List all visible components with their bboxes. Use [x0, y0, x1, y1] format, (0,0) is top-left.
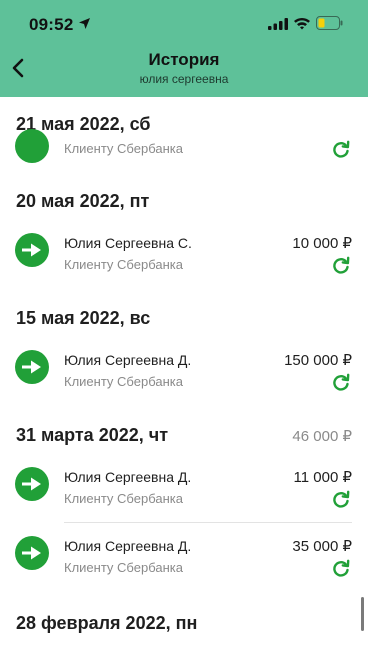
- section-date: 15 мая 2022, вс: [16, 308, 151, 328]
- wifi-icon: [294, 17, 310, 30]
- row-divider: [64, 522, 352, 523]
- row-subtitle: Клиенту Сбербанка: [64, 560, 183, 575]
- row-subtitle: Клиенту Сбербанка: [64, 374, 183, 389]
- repeat-icon[interactable]: [331, 490, 351, 510]
- page-title: История: [148, 50, 220, 69]
- battery-icon: [316, 16, 343, 30]
- header: 09:52 История юлия сергеевна: [0, 0, 368, 97]
- transfer-avatar: [15, 467, 49, 501]
- location-arrow-icon: [79, 18, 90, 29]
- arrow-right-icon: [22, 243, 41, 257]
- section-date: 20 мая 2022, пт: [16, 191, 150, 211]
- row-name: Юлия Сергеевна Д.: [64, 469, 192, 485]
- transfer-avatar: [15, 350, 49, 384]
- arrow-right-icon: [22, 546, 41, 560]
- section-total: 46 000 ₽: [292, 428, 352, 445]
- section-date: 31 марта 2022, чт: [16, 425, 169, 445]
- row-name: Юлия Сергеевна С.: [64, 235, 192, 251]
- list-item[interactable]: Юлия Сергеевна Д. Клиенту Сбербанка 150 …: [0, 349, 368, 419]
- list-item[interactable]: Юлия Сергеевна Д. Клиенту Сбербанка 35 0…: [0, 535, 368, 605]
- row-amount: 11 000 ₽: [293, 469, 352, 486]
- row-subtitle: Клиенту Сбербанка: [64, 491, 183, 506]
- row-amount: 150 000 ₽: [284, 352, 352, 369]
- list-item[interactable]: Юлия Сергеевна Д. Клиенту Сбербанка 11 0…: [0, 466, 368, 536]
- repeat-icon[interactable]: [331, 559, 351, 579]
- cellular-signal-icon: [268, 18, 288, 30]
- transfer-avatar: [15, 536, 49, 570]
- section-date: 28 февраля 2022, пн: [16, 613, 198, 633]
- arrow-right-icon: [22, 477, 41, 491]
- history-list[interactable]: 21 мая 2022, сб Клиенту Сбербанка 20 мая…: [0, 97, 368, 650]
- page-subtitle: юлия сергеевна: [139, 72, 229, 86]
- row-subtitle: Клиенту Сбербанка: [64, 141, 183, 156]
- list-item[interactable]: Юлия Сергеевна С. Клиенту Сбербанка 10 0…: [0, 232, 368, 302]
- arrow-right-icon: [22, 360, 41, 374]
- repeat-icon[interactable]: [331, 140, 351, 160]
- status-time: 09:52: [29, 15, 74, 34]
- scrollbar[interactable]: [361, 597, 364, 631]
- row-subtitle: Клиенту Сбербанка: [64, 257, 183, 272]
- repeat-icon[interactable]: [331, 373, 351, 393]
- row-amount: 10 000 ₽: [292, 235, 352, 252]
- status-bar: 09:52: [0, 0, 368, 44]
- repeat-icon[interactable]: [331, 256, 351, 276]
- row-amount: 35 000 ₽: [292, 538, 352, 555]
- transfer-avatar: [15, 129, 49, 163]
- transfer-avatar: [15, 233, 49, 267]
- row-name: Юлия Сергеевна Д.: [64, 352, 192, 368]
- row-name: Юлия Сергеевна Д.: [64, 538, 192, 554]
